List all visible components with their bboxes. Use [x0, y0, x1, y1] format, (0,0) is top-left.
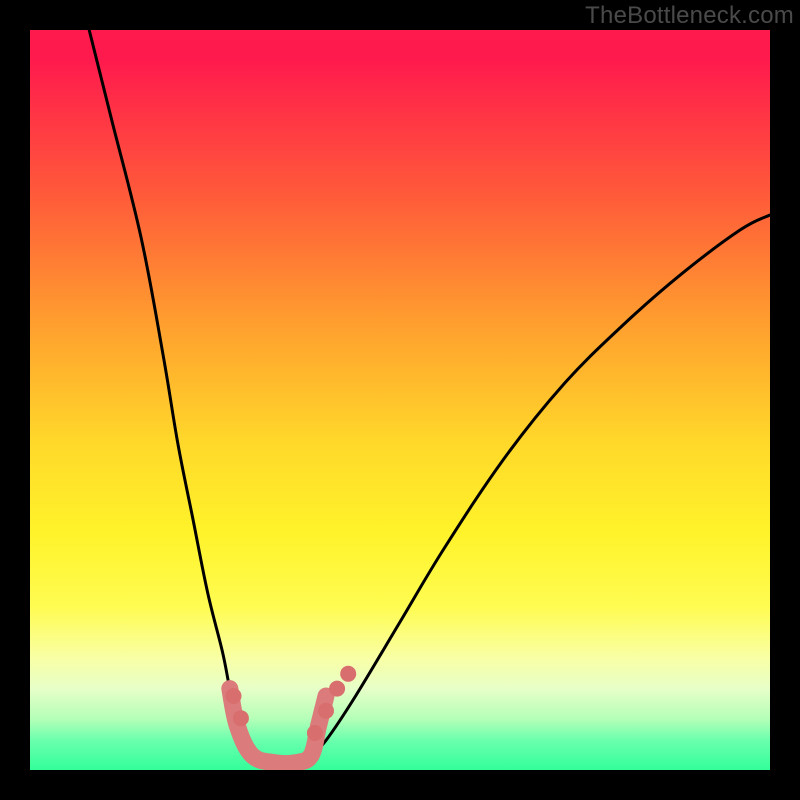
floor-marker	[233, 710, 249, 726]
plot-area	[30, 30, 770, 770]
series-left-curve	[89, 30, 252, 755]
series-right-curve	[311, 215, 770, 755]
floor-marker	[340, 666, 356, 682]
watermark-label: TheBottleneck.com	[585, 2, 794, 30]
floor-marker	[307, 725, 323, 741]
chart-frame: TheBottleneck.com	[0, 0, 800, 800]
floor-marker	[329, 681, 345, 697]
floor-marker	[226, 688, 242, 704]
curves-svg	[30, 30, 770, 770]
floor-marker	[318, 703, 334, 719]
